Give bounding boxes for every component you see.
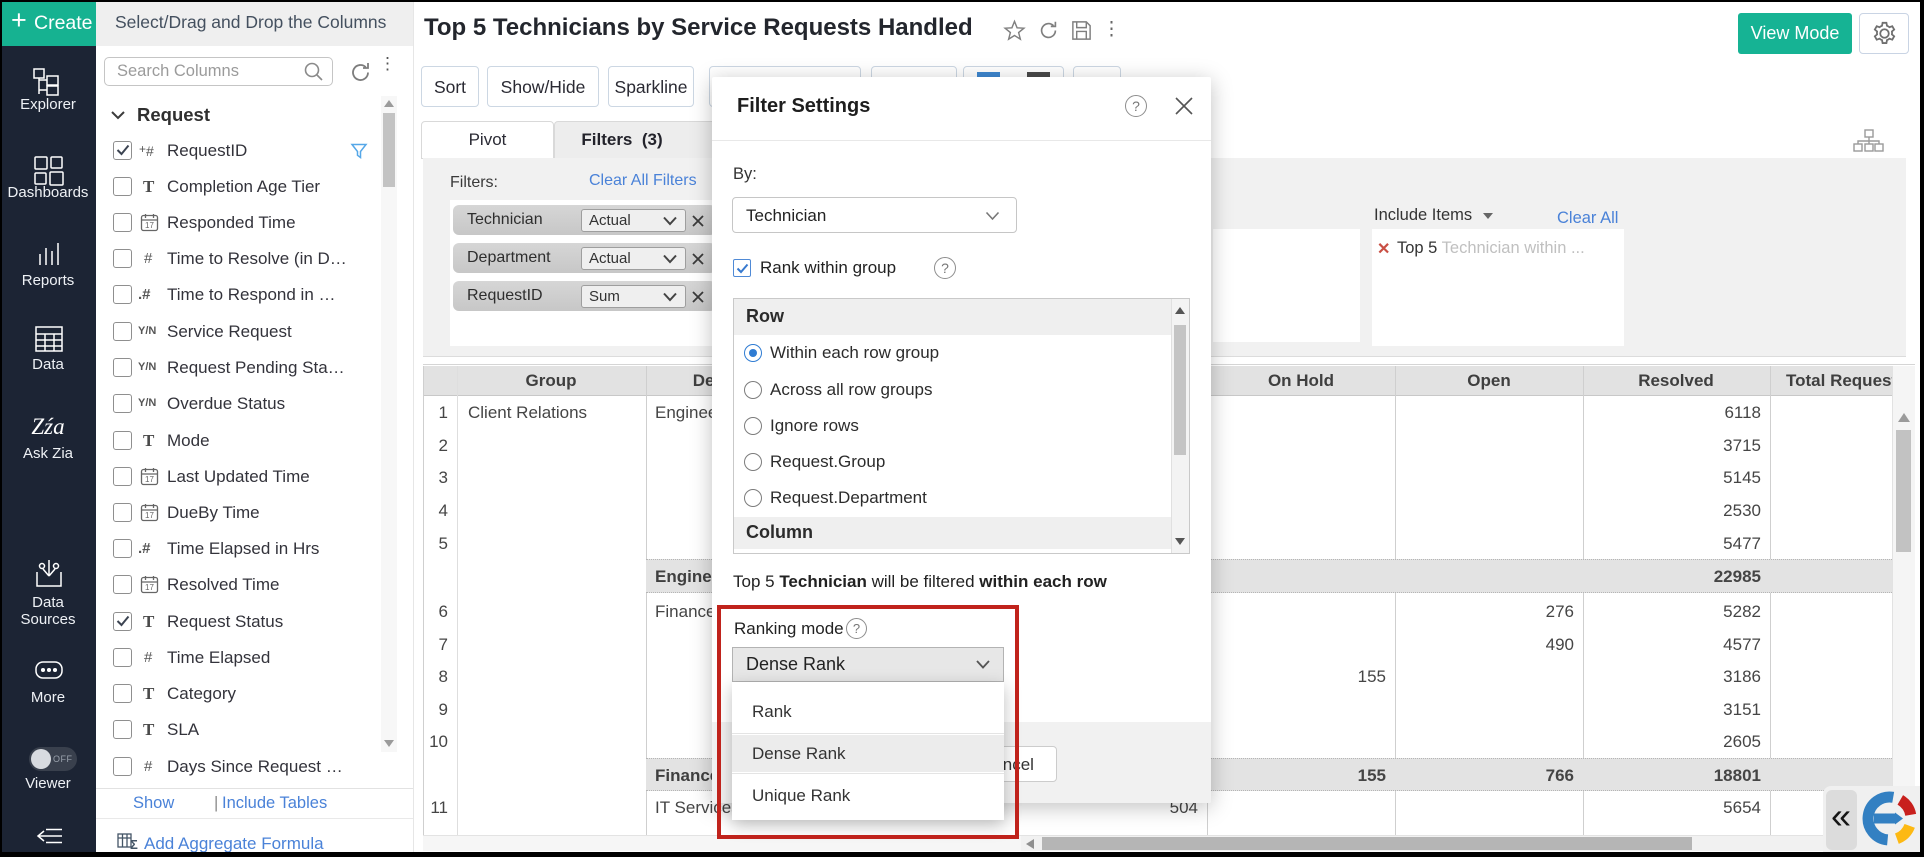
svg-text:17: 17: [145, 583, 154, 592]
svg-text:17: 17: [145, 221, 154, 230]
svg-text:17: 17: [145, 511, 154, 520]
svg-text:17: 17: [145, 475, 154, 484]
svg-text:Σ: Σ: [130, 837, 138, 851]
